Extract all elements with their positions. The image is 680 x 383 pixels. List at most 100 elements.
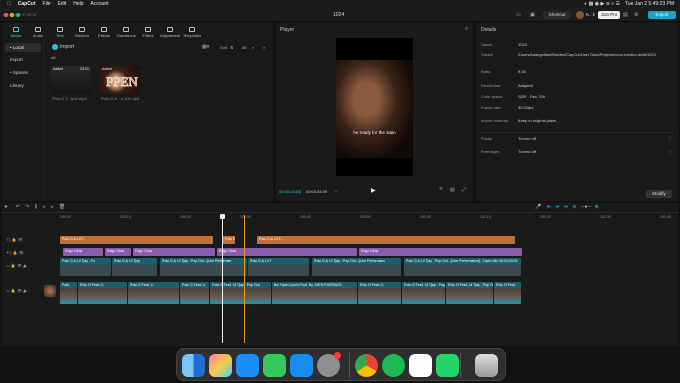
- settings-icon[interactable]: ⚙: [634, 12, 638, 18]
- main-clip[interactable]: Polo G Feat.: [494, 282, 521, 304]
- video-preview[interactable]: he ready for the stain: [336, 38, 413, 176]
- video-clip[interactable]: Polo G & Lil Tjay: [112, 258, 157, 276]
- sidebar-item-local[interactable]: • Local: [5, 43, 41, 52]
- delete-left-icon[interactable]: ⫷: [42, 204, 45, 210]
- layout-icon[interactable]: ▣: [530, 12, 535, 18]
- main-clip[interactable]: Polo: [60, 282, 77, 304]
- media-item[interactable]: Added 03:01: [51, 66, 91, 94]
- effect-clip[interactable]: Edge Glow: [133, 248, 215, 256]
- expand-icon[interactable]: ⤢: [462, 187, 466, 193]
- preview-axis-icon[interactable]: ⇹: [564, 204, 568, 210]
- microphone-icon[interactable]: 🎤: [535, 204, 541, 210]
- tab-transitions[interactable]: Transitions: [115, 22, 137, 39]
- launchpad-icon[interactable]: [209, 354, 232, 377]
- whatsapp-icon[interactable]: [436, 354, 459, 377]
- filter-all-button[interactable]: All: [242, 45, 246, 50]
- tab-filters[interactable]: Filters: [137, 22, 159, 39]
- main-clip[interactable]: Ba: Ryan Lynch Prod. By JOENTHATRACK ..: [272, 282, 357, 304]
- sidebar-item-import[interactable]: Import: [5, 55, 41, 64]
- video-clip[interactable]: Polo G & Lil T: [248, 258, 309, 276]
- menu-app[interactable]: CapCut: [18, 1, 36, 7]
- import-icon[interactable]: [52, 44, 58, 50]
- sidebar-item-spaces[interactable]: • Spaces: [5, 68, 41, 77]
- trash-icon[interactable]: [475, 354, 498, 377]
- tab-effects[interactable]: Effects: [93, 22, 115, 39]
- text-clip[interactable]: Polo G & Lil T...: [223, 236, 235, 244]
- messages-icon[interactable]: [263, 354, 286, 377]
- chrome-icon[interactable]: [355, 354, 378, 377]
- tab-text[interactable]: Text: [49, 22, 71, 39]
- snap-icon[interactable]: ⇹: [547, 204, 551, 210]
- main-clip[interactable]: Polo G Feat. Li: [180, 282, 209, 304]
- effect-clip[interactable]: Edge Glow: [217, 248, 357, 256]
- capcut-icon[interactable]: [409, 354, 432, 377]
- effect-clip[interactable]: Edge Glow: [63, 248, 103, 256]
- ratio-icon[interactable]: ▤: [450, 187, 455, 193]
- redo-icon[interactable]: ↷: [25, 204, 29, 210]
- main-clip[interactable]: Polo G Feat. Lil Tjay - Pop Out: [446, 282, 493, 304]
- play-button[interactable]: ▶: [371, 187, 376, 194]
- grid-view-icon[interactable]: ▦▾: [202, 44, 209, 50]
- safari-icon[interactable]: [290, 354, 313, 377]
- sidebar-item-library[interactable]: Library: [5, 81, 41, 90]
- zoom-out-icon[interactable]: ⊖: [572, 204, 576, 210]
- clock[interactable]: Tue Jan 2 5:49:23 PM: [625, 1, 674, 7]
- apple-icon[interactable]: : [7, 1, 11, 7]
- zoom-slider[interactable]: ─●─: [581, 204, 591, 210]
- text-clip[interactable]: Polo G & Lil T...: [257, 236, 515, 244]
- sort-icon[interactable]: ⇅: [230, 45, 233, 50]
- fullscreen-icon[interactable]: ⤧: [439, 187, 443, 193]
- tab-stickers[interactable]: Stickers: [71, 22, 93, 39]
- playhead[interactable]: [222, 215, 223, 343]
- menu-icon[interactable]: ≡: [465, 26, 468, 32]
- main-clip[interactable]: Polo G Feat. Lil Tjay - Pop Out: [402, 282, 445, 304]
- text-clip[interactable]: Polo G & Lil T...: [60, 236, 213, 244]
- main-clip[interactable]: Polo G Feat. Li: [358, 282, 401, 304]
- filter-icon[interactable]: ▿: [252, 45, 254, 50]
- monitor-icon[interactable]: ▭: [516, 12, 521, 18]
- spotify-icon[interactable]: [382, 354, 405, 377]
- delete-right-icon[interactable]: ⫸: [51, 204, 54, 210]
- main-clip[interactable]: Polo G Feat. Li: [128, 282, 179, 304]
- tab-templates[interactable]: Templates: [181, 22, 203, 39]
- link-icon[interactable]: ⇹: [555, 204, 559, 210]
- timeline-view-icon[interactable]: ▭: [334, 188, 338, 193]
- avatar[interactable]: [576, 11, 584, 19]
- user-name[interactable]: K...k: [586, 12, 595, 17]
- timeline-ruler[interactable]: 100:00 100:10 100:20 100:30 100:40 100:50 101:…: [60, 213, 678, 223]
- menu-edit[interactable]: Edit: [58, 1, 67, 7]
- import-button[interactable]: Import: [60, 44, 74, 50]
- menu-help[interactable]: Help: [73, 1, 83, 7]
- split-icon[interactable]: ⫼: [35, 204, 37, 210]
- tab-adjustment[interactable]: Adjustment: [159, 22, 181, 39]
- menu-file[interactable]: File: [43, 1, 51, 7]
- main-clip[interactable]: Polo G Feat. Li: [78, 282, 127, 304]
- join-pro-button[interactable]: Join Pro: [598, 11, 620, 19]
- video-clip[interactable]: Polo G & Lil Tjay ..Pop Out...[Live Perf…: [160, 258, 247, 276]
- cover-thumbnail[interactable]: [44, 285, 56, 297]
- tab-media[interactable]: Media: [5, 22, 27, 39]
- layout-panels-icon[interactable]: ▤: [623, 12, 628, 18]
- delete-icon[interactable]: 🗑: [59, 204, 65, 210]
- main-clip[interactable]: Polo G Feat. Lil Tjay - Pop Out: [210, 282, 271, 304]
- select-tool-icon[interactable]: ➤: [4, 204, 8, 210]
- playhead-handle[interactable]: [220, 214, 225, 219]
- zoom-in-icon[interactable]: ⊕: [595, 204, 599, 210]
- search-icon[interactable]: ⌕: [263, 45, 265, 50]
- status-icons[interactable]: ◐ ▦ ◉ ▶ ≋ ⌕ ☰: [584, 1, 620, 7]
- tab-audio[interactable]: Audio: [27, 22, 49, 39]
- app-store-icon[interactable]: [236, 354, 259, 377]
- modify-button[interactable]: Modify: [646, 190, 672, 198]
- sort-button[interactable]: Sort: [220, 45, 227, 50]
- video-clip[interactable]: Polo G & Lil Tjay ..Pop Out...[Live Perf…: [312, 258, 401, 276]
- finder-icon[interactable]: [182, 354, 205, 377]
- undo-icon[interactable]: ↶: [16, 204, 20, 210]
- video-clip[interactable]: Polo G & Lil Tjay ..Po: [60, 258, 111, 276]
- menu-account[interactable]: Account: [91, 1, 109, 7]
- effect-clip[interactable]: Edge Glow: [359, 248, 522, 256]
- export-button[interactable]: Export: [648, 11, 676, 19]
- shortcut-button[interactable]: Shortcut: [543, 11, 571, 19]
- video-clip[interactable]: Polo G & Lil Tjay ..Pop Out...[Live Perf…: [404, 258, 521, 276]
- effect-clip[interactable]: Edge Glow: [105, 248, 131, 256]
- media-item[interactable]: Added PPEN: [100, 66, 140, 94]
